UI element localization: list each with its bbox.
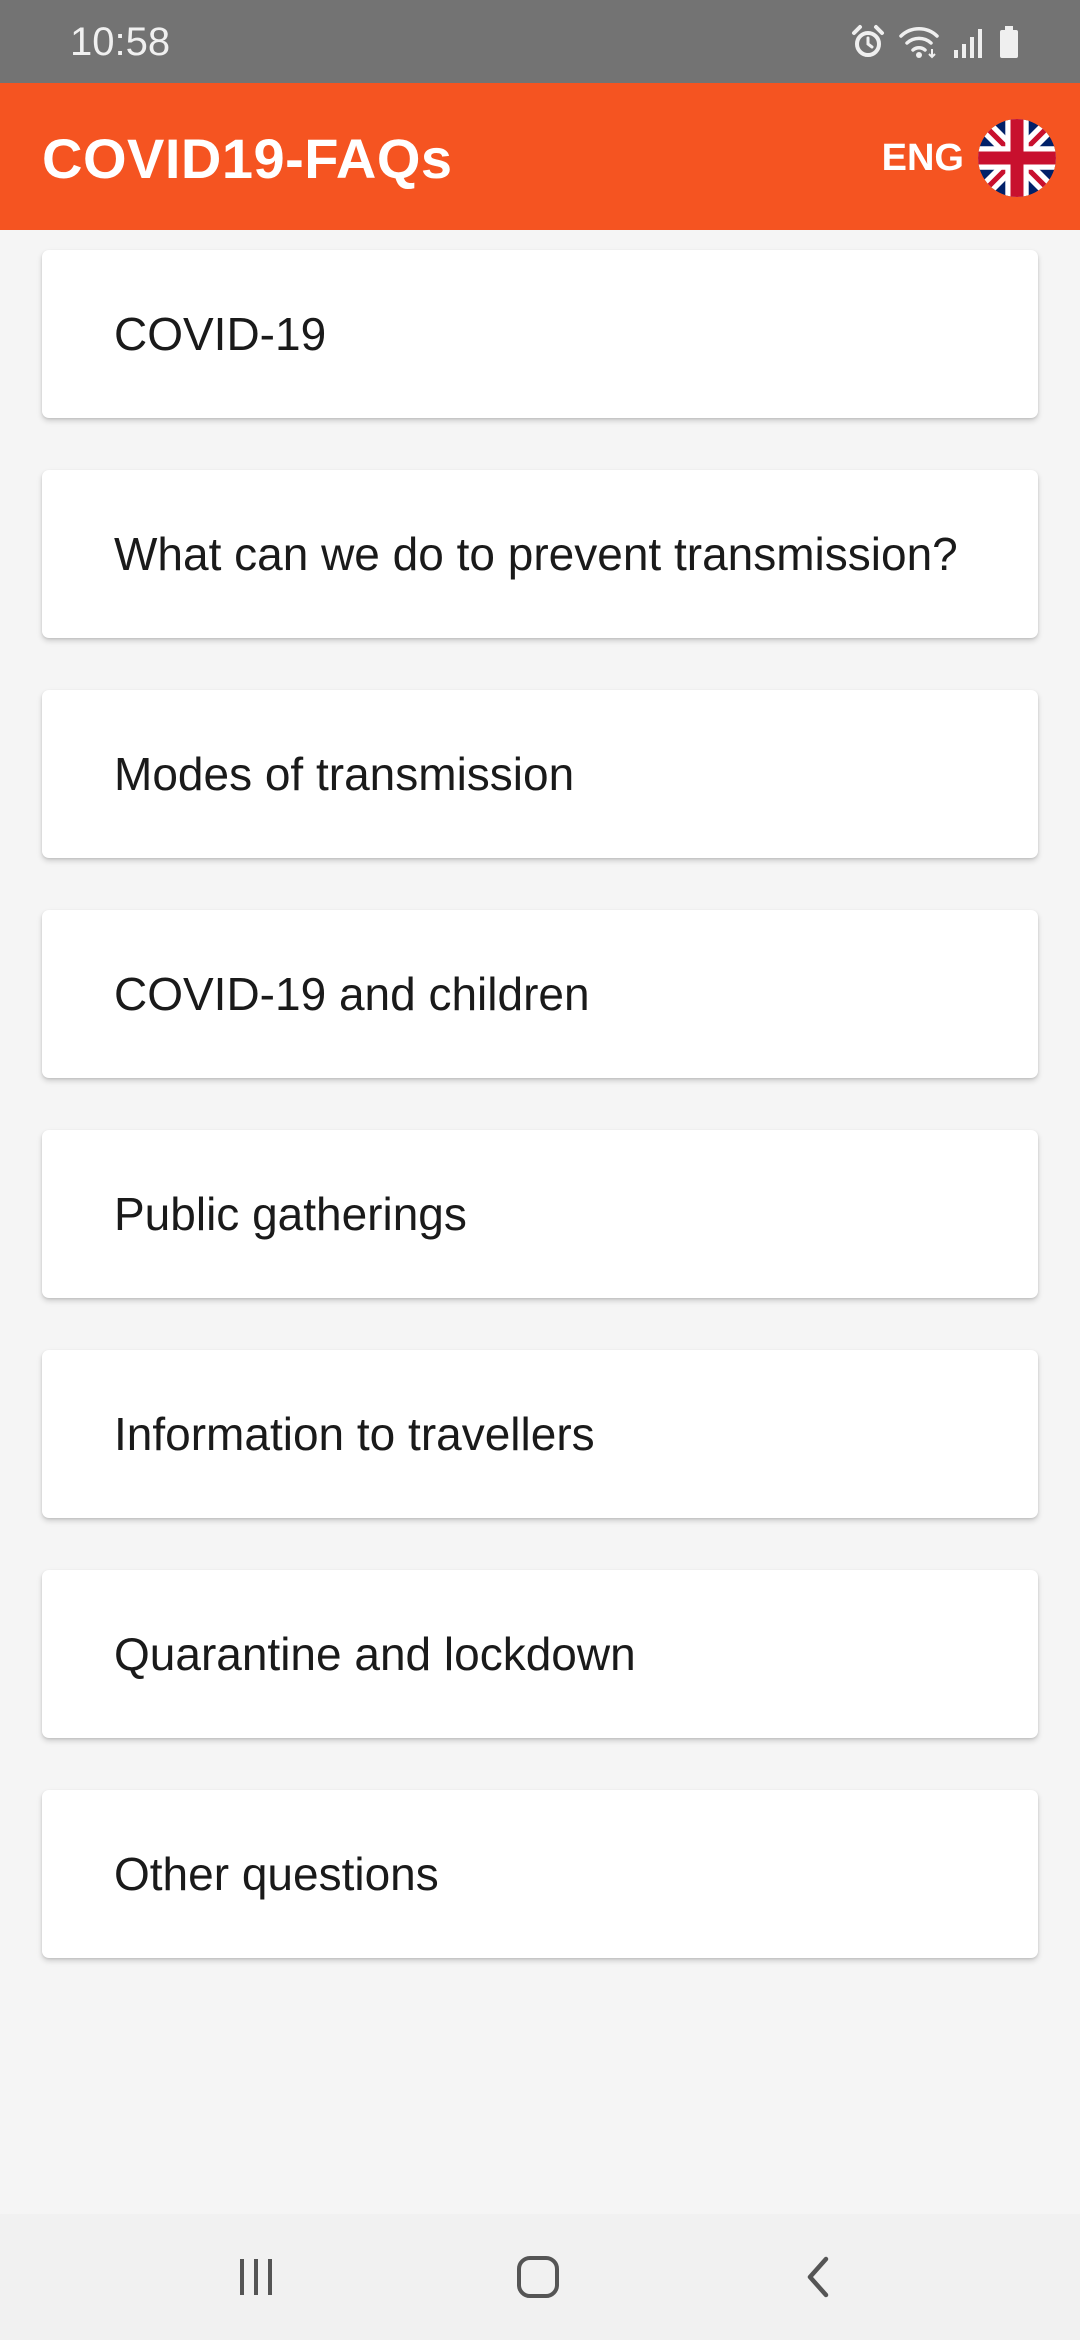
battery-icon [998,24,1020,60]
faq-category-card[interactable]: Modes of transmission [42,690,1038,858]
faq-category-label: Public gatherings [114,1188,467,1240]
faq-category-label: Information to travellers [114,1408,595,1460]
wifi-icon [898,24,940,60]
faq-category-card[interactable]: COVID-19 and children [42,910,1038,1078]
language-label: ENG [881,136,964,179]
faq-category-label: Modes of transmission [114,748,575,800]
home-icon [514,2253,562,2301]
signal-icon [952,24,986,60]
faq-category-card[interactable]: Information to travellers [42,1350,1038,1518]
home-button[interactable] [498,2244,578,2310]
faq-category-card[interactable]: Other questions [42,1790,1038,1958]
recent-apps-button[interactable] [216,2244,296,2310]
status-icons [850,20,1020,64]
status-bar: 10:58 [0,0,1080,83]
faq-category-label: Quarantine and lockdown [114,1628,636,1680]
app-title: COVID19-FAQs [42,127,453,190]
faq-category-label: Other questions [114,1848,439,1900]
faq-category-card[interactable]: Public gatherings [42,1130,1038,1298]
faq-category-label: COVID-19 and children [114,968,590,1020]
back-icon [798,2253,838,2301]
recent-apps-icon [234,2255,278,2299]
language-switcher[interactable]: ENG [882,118,1056,198]
faq-category-label: COVID-19 [114,308,327,360]
status-time: 10:58 [70,20,171,64]
faq-category-card[interactable]: What can we do to prevent transmission? [42,470,1038,638]
app-bar: COVID19-FAQs ENG [0,83,1080,230]
back-button[interactable] [778,2244,858,2310]
faq-category-label: What can we do to prevent transmission? [114,528,958,580]
faq-category-card[interactable]: COVID-19 [42,250,1038,418]
faq-category-card[interactable]: Quarantine and lockdown [42,1570,1038,1738]
alarm-icon [850,24,886,60]
system-nav-bar [0,2214,1080,2340]
uk-flag-icon [978,119,1056,197]
faq-category-list: COVID-19 What can we do to prevent trans… [42,250,1038,2010]
